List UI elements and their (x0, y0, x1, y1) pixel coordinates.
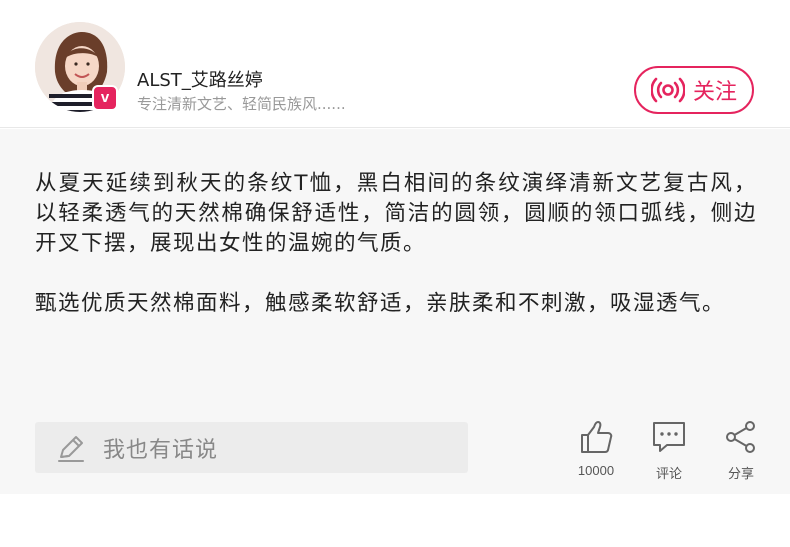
post-paragraph: 甄选优质天然棉面料，触感柔软舒适，亲肤柔和不刺激，吸湿透气。 (35, 291, 726, 316)
comment-label: 评论 (655, 466, 682, 481)
comment-placeholder: 我也有话说 (103, 437, 219, 463)
share-label: 分享 (727, 466, 754, 481)
thumbs-up-icon (566, 419, 626, 455)
pencil-icon (55, 432, 87, 464)
like-button[interactable]: 10000 (566, 419, 626, 478)
broadcast-icon (650, 77, 685, 103)
share-button[interactable]: 分享 (711, 419, 771, 482)
follow-label: 关注 (692, 80, 737, 105)
author-name[interactable]: ALST_艾路丝婷 (137, 66, 263, 92)
comment-button[interactable]: 评论 (639, 419, 699, 482)
share-icon (711, 419, 771, 455)
comment-icon (639, 419, 699, 455)
follow-button[interactable]: 关注 (634, 66, 754, 114)
comment-input[interactable]: 我也有话说 (35, 422, 468, 473)
author-header: v ALST_艾路丝婷 专注清新文艺、轻简民族风...... 关注 (0, 0, 790, 128)
author-bio: 专注清新文艺、轻简民族风...... (137, 95, 346, 113)
like-count: 10000 (577, 463, 615, 478)
post-paragraph: 从夏天延续到秋天的条纹T恤，黑白相间的条纹演绎清新文艺复古风，以轻柔透气的天然棉… (35, 171, 757, 256)
post-body: 从夏天延续到秋天的条纹T恤，黑白相间的条纹演绎清新文艺复古风，以轻柔透气的天然棉… (0, 129, 790, 494)
verified-badge-icon: v (92, 85, 118, 111)
